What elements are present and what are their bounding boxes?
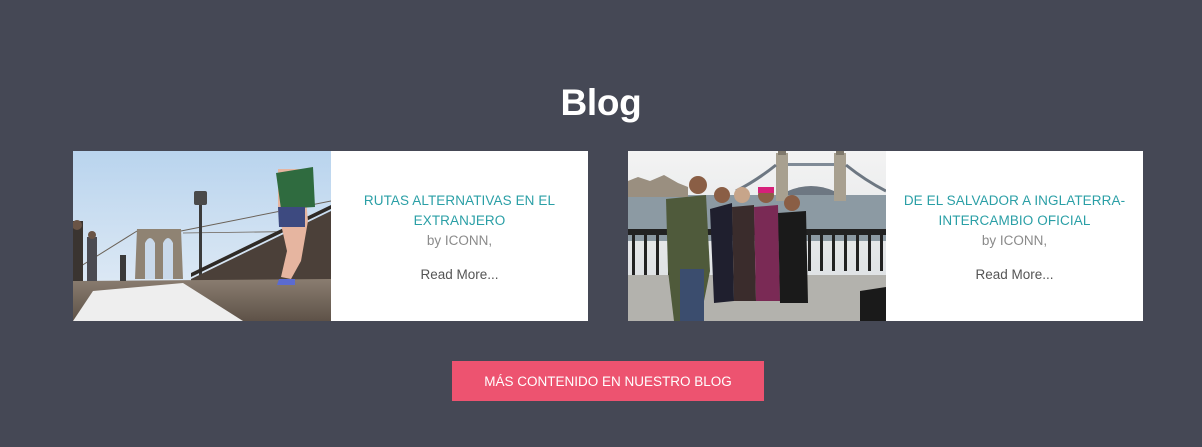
blog-post-title[interactable]: RUTAS ALTERNATIVAS EN EL EXTRANJERO	[345, 191, 574, 231]
tower-bridge-group-photo-icon	[628, 151, 886, 321]
blog-card-body: DE EL SALVADOR A INGLATERRA- INTERCAMBIO…	[886, 151, 1143, 321]
blog-card-image[interactable]	[73, 151, 331, 321]
blog-card-body: RUTAS ALTERNATIVAS EN EL EXTRANJERO by I…	[331, 151, 588, 321]
read-more-link[interactable]: Read More...	[420, 267, 498, 282]
section-title: Blog	[560, 82, 642, 123]
read-more-link[interactable]: Read More...	[975, 267, 1053, 282]
bridge-photo-icon	[73, 151, 331, 321]
blog-card-image[interactable]	[628, 151, 886, 321]
blog-post-title[interactable]: DE EL SALVADOR A INGLATERRA- INTERCAMBIO…	[900, 191, 1129, 231]
blog-post-author: by ICONN,	[981, 232, 1048, 248]
more-blog-content-button[interactable]: MÁS CONTENIDO EN NUESTRO BLOG	[452, 361, 764, 401]
blog-post-author: by ICONN,	[426, 232, 493, 248]
blog-card: RUTAS ALTERNATIVAS EN EL EXTRANJERO by I…	[73, 151, 588, 321]
blog-card: DE EL SALVADOR A INGLATERRA- INTERCAMBIO…	[628, 151, 1143, 321]
